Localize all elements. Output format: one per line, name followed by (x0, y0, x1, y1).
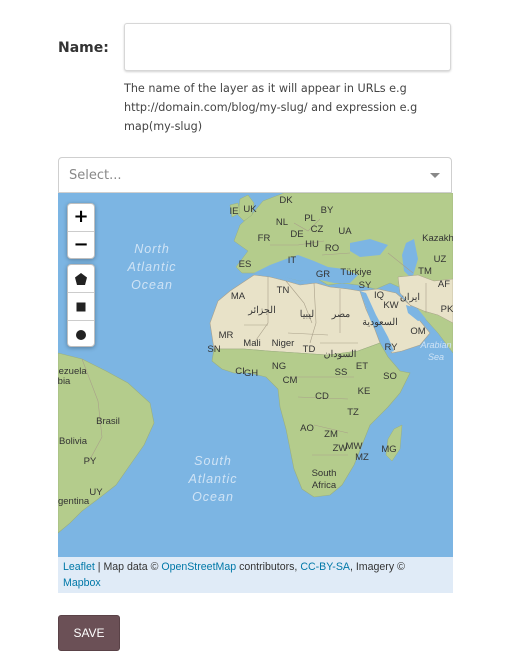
draw-circle-button[interactable] (68, 320, 94, 348)
country-label: IE (230, 206, 239, 217)
attribution-text: contributors, (236, 561, 301, 573)
country-label: KW (383, 300, 398, 311)
square-icon (76, 302, 86, 312)
south-atlantic-label-1: South (194, 454, 232, 468)
save-button[interactable]: SAVE (58, 615, 120, 651)
country-label: KE (358, 386, 371, 397)
country-label: Kazakh (422, 233, 453, 244)
layer-select[interactable]: Select... (58, 157, 452, 193)
country-label: DK (279, 195, 293, 206)
country-label: RY (384, 342, 398, 353)
country-label: GR (316, 269, 330, 280)
zoom-control: + − (67, 203, 95, 259)
draw-toolbar (67, 264, 95, 347)
north-atlantic-label-3: Ocean (131, 278, 173, 292)
country-label: Bolivia (59, 436, 88, 447)
country-label: SN (207, 344, 220, 355)
country-label: RO (325, 243, 339, 254)
name-help-text: The name of the layer as it will appear … (124, 82, 418, 133)
country-label: UZ (434, 254, 447, 265)
name-input[interactable] (124, 23, 451, 71)
country-label: MA (231, 291, 246, 302)
map[interactable]: North Atlantic Ocean South Atlantic Ocea… (58, 193, 453, 593)
country-label: مصر (331, 309, 351, 320)
zoom-in-button[interactable]: + (68, 204, 94, 232)
country-label: AO (300, 423, 314, 434)
country-label: UY (89, 487, 103, 498)
country-label: CZ (311, 224, 324, 235)
country-label: SS (335, 367, 348, 378)
country-label: MG (381, 444, 396, 455)
attribution-text: | Map data © (94, 561, 162, 573)
country-label: ایران (400, 292, 420, 303)
country-label: ET (356, 361, 368, 372)
country-label: GH (244, 368, 258, 379)
north-atlantic-label-1: North (134, 242, 170, 256)
chevron-down-icon (430, 173, 440, 178)
country-label: ZM (324, 429, 338, 440)
openstreetmap-link[interactable]: OpenStreetMap (161, 561, 236, 573)
country-label: FR (258, 233, 271, 244)
country-label: الجزائر (247, 305, 275, 316)
country-label: MZ (355, 452, 369, 463)
country-label: CM (283, 375, 298, 386)
country-label: Türkiye (340, 267, 371, 278)
select-placeholder: Select... (69, 168, 122, 183)
country-label: MR (219, 330, 234, 341)
country-label: ZW (333, 443, 348, 454)
country-label: ES (239, 259, 252, 270)
draw-polygon-button[interactable] (68, 265, 94, 292)
country-label: NL (276, 217, 288, 228)
country-label: TD (303, 344, 316, 355)
country-label: PL (304, 213, 316, 224)
country-label: SO (383, 371, 397, 382)
country-label: MW (346, 441, 363, 452)
country-label: UK (243, 204, 257, 215)
country-label: Brasil (96, 416, 120, 427)
country-label: bia (58, 376, 71, 387)
country-label: السودان (324, 349, 357, 360)
country-label: OM (410, 326, 425, 337)
country-label: Mali (243, 338, 260, 349)
north-atlantic-label-2: Atlantic (127, 260, 177, 274)
country-label: SY (359, 280, 372, 291)
country-label: PK (441, 304, 453, 315)
zoom-out-button[interactable]: − (68, 232, 94, 259)
arabian-sea-label-1: Arabian (419, 340, 451, 350)
attribution-text: , Imagery © (349, 561, 405, 573)
country-label: PY (84, 456, 97, 467)
country-label: NG (272, 361, 286, 372)
country-label: UA (338, 226, 352, 237)
mapbox-link[interactable]: Mapbox (63, 577, 101, 589)
south-atlantic-label-3: Ocean (192, 490, 234, 504)
country-label: Africa (312, 480, 337, 491)
circle-icon (76, 330, 86, 340)
map-tiles: North Atlantic Ocean South Atlantic Ocea… (58, 193, 453, 593)
country-label: IT (288, 255, 297, 266)
south-atlantic-label-2: Atlantic (188, 472, 238, 486)
country-label: CD (315, 391, 329, 402)
license-link[interactable]: CC-BY-SA (300, 561, 350, 573)
country-label: DE (290, 229, 303, 240)
country-label: ليبيا (300, 309, 314, 320)
country-label: TM (418, 266, 432, 277)
country-label: HU (305, 239, 319, 250)
country-label: AF (438, 279, 450, 290)
draw-rectangle-button[interactable] (68, 292, 94, 320)
country-label: BY (321, 205, 334, 216)
leaflet-link[interactable]: Leaflet (63, 561, 95, 573)
country-label: rgentina (58, 496, 90, 507)
country-label: TN (277, 285, 290, 296)
country-label: Niger (272, 338, 295, 349)
country-label: السعودية (362, 317, 397, 328)
country-label: South (312, 468, 337, 479)
country-label: TZ (347, 407, 359, 418)
polygon-icon (75, 273, 87, 285)
map-attribution: Leaflet | Map data © OpenStreetMap contr… (58, 557, 453, 593)
arabian-sea-label-2: Sea (428, 352, 444, 362)
name-label: Name: (58, 40, 109, 56)
